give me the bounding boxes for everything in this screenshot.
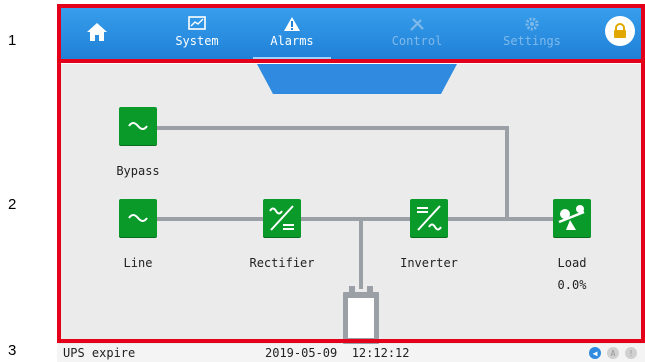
callout-frame-2 <box>57 59 645 343</box>
status-datetime: 2019-05-09 12:12:12 <box>265 346 410 360</box>
alarm-indicator-icon: A <box>607 347 619 359</box>
mute-icon[interactable]: ◀ <box>589 347 601 359</box>
callout-frame-1 <box>57 4 645 63</box>
callout-label-2: 2 <box>8 196 17 213</box>
callout-label-1: 1 <box>8 32 17 49</box>
status-bar: UPS expire 2019-05-09 12:12:12 ◀ A ! <box>57 344 645 362</box>
sound-indicator-icon: ! <box>625 347 637 359</box>
status-message: UPS expire <box>63 346 136 360</box>
callout-label-3: 3 <box>8 342 17 359</box>
